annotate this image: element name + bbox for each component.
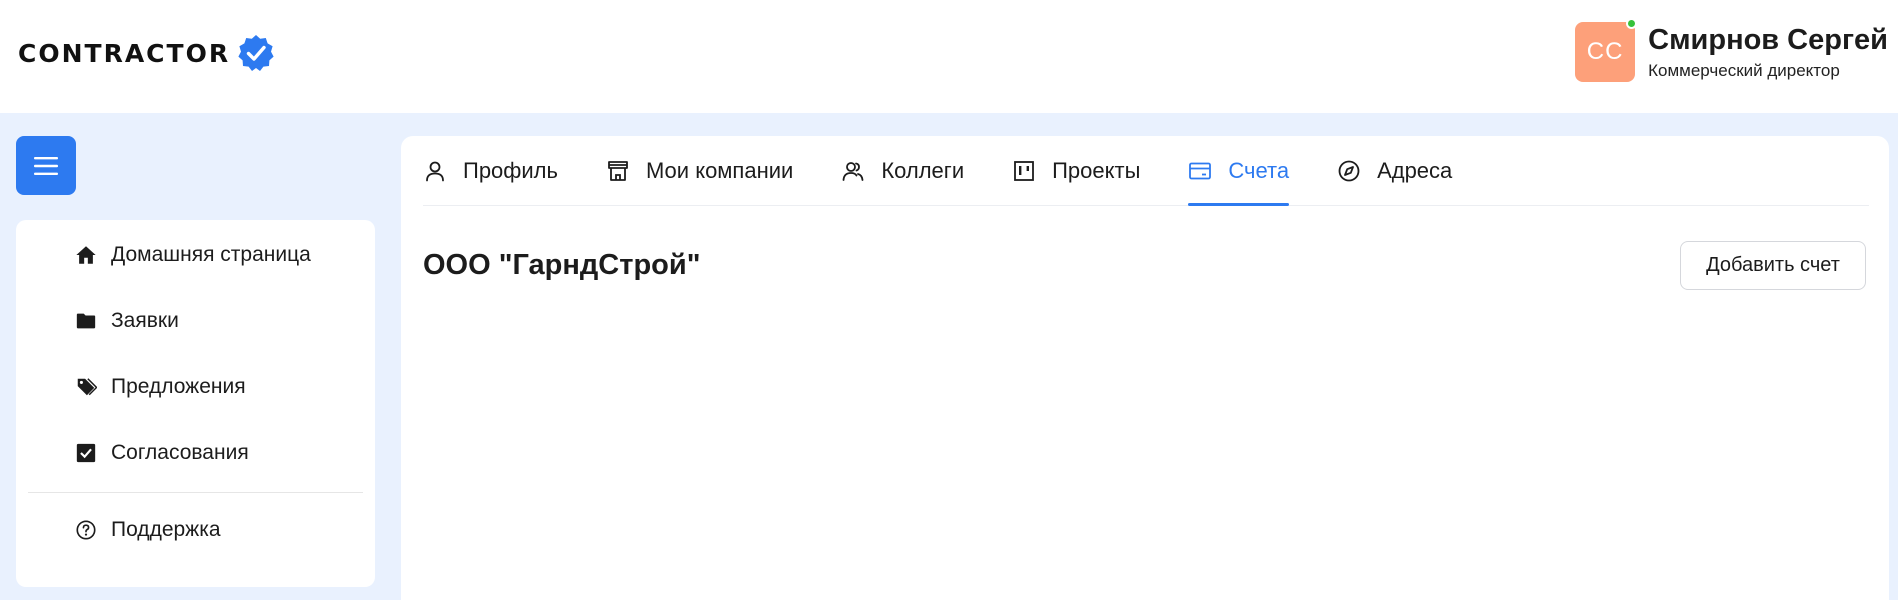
home-icon (76, 246, 96, 264)
avatar-initials: СС (1586, 38, 1624, 65)
sidebar-item-label: Согласования (111, 441, 249, 464)
logo[interactable]: CONTRACTOR (18, 31, 276, 75)
user-role: Коммерческий директор (1648, 61, 1840, 80)
sidebar-item-label: Домашняя страница (111, 243, 311, 266)
tab-bar: Профиль Мои компании Коллеги Проекты Сче… (423, 136, 1869, 206)
tab-label: Мои компании (645, 158, 794, 183)
tab-label: Профиль (463, 158, 558, 183)
tab-projects[interactable]: Проекты (1012, 135, 1140, 205)
sidebar-divider (28, 492, 363, 493)
compass-icon (1338, 160, 1360, 182)
sidebar-item-label: Предложения (111, 375, 246, 398)
add-invoice-button[interactable]: Добавить счет (1680, 241, 1866, 290)
sidebar-item-support[interactable]: Поддержка (28, 497, 363, 563)
logo-text: CONTRACTOR (18, 38, 231, 68)
tab-my-companies[interactable]: Мои компании (606, 135, 793, 205)
sidebar-item-label: Заявки (111, 309, 179, 332)
online-status-indicator (1626, 18, 1638, 29)
tab-label: Счета (1228, 158, 1290, 183)
sidebar: Домашняя страница Заявки Предложения Сог… (16, 220, 375, 587)
menu-toggle-button[interactable] (16, 136, 76, 195)
tab-addresses[interactable]: Адреса (1337, 135, 1452, 205)
store-icon (608, 161, 628, 181)
hamburger-icon (34, 156, 58, 175)
tab-invoices[interactable]: Счета (1188, 135, 1290, 206)
folder-icon (76, 313, 96, 329)
sidebar-item-requests[interactable]: Заявки (28, 288, 363, 354)
user-info: Смирнов Сергей Коммерческий директор (1648, 23, 1888, 81)
verified-badge-icon (238, 35, 274, 71)
user-name: Смирнов Сергей (1648, 24, 1888, 56)
sidebar-item-offers[interactable]: Предложения (28, 354, 363, 420)
checkbox-icon (76, 443, 96, 463)
tab-label: Адреса (1377, 158, 1453, 183)
tab-label: Проекты (1052, 158, 1141, 183)
question-circle-icon (76, 520, 96, 540)
tags-icon (77, 378, 97, 396)
main-card: Профиль Мои компании Коллеги Проекты Сче… (401, 136, 1889, 600)
users-icon (842, 162, 864, 181)
sidebar-item-approvals[interactable]: Согласования (28, 420, 363, 486)
tab-colleagues[interactable]: Коллеги (841, 135, 964, 205)
page-title: ООО "ГарндСтрой" (423, 249, 701, 281)
user-icon (426, 161, 444, 182)
tab-profile[interactable]: Профиль (423, 135, 558, 205)
sidebar-item-label: Поддержка (111, 518, 221, 541)
avatar[interactable]: СС (1575, 18, 1638, 82)
credit-card-icon (1189, 162, 1212, 180)
kanban-icon (1014, 161, 1035, 181)
user-profile[interactable]: СС Смирнов Сергей Коммерческий директор (1575, 18, 1888, 82)
sidebar-item-home[interactable]: Домашняя страница (28, 222, 363, 288)
tab-label: Коллеги (881, 158, 965, 183)
top-header: CONTRACTOR СС Смирнов Сергей Коммерчески… (0, 0, 1898, 113)
